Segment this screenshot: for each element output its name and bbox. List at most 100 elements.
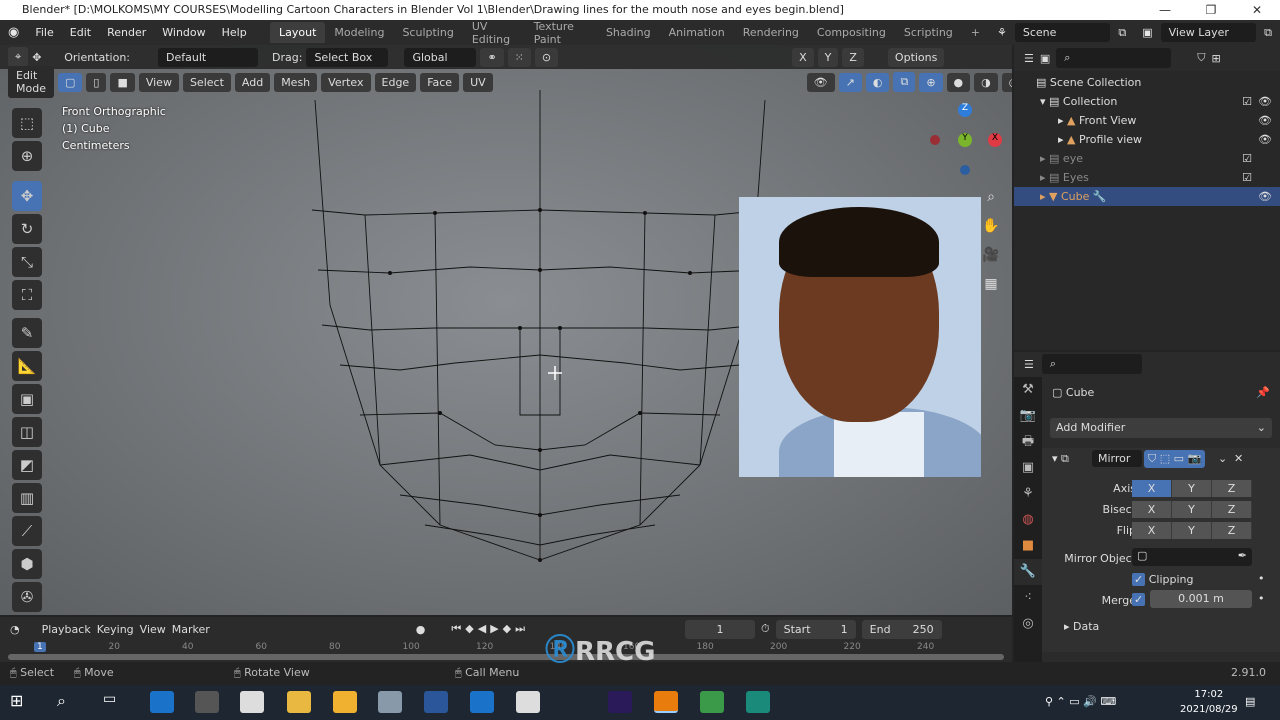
app-icon[interactable] [746,691,770,713]
menu-select[interactable]: Select [182,72,231,92]
tool-tab-icon[interactable]: ⚒ [1014,377,1042,403]
outliner-row-eye[interactable]: ▸ ▤ eye ☑ [1014,149,1280,168]
menu-file[interactable]: File [27,26,61,39]
close-button[interactable]: ✕ [1234,0,1280,20]
outliner-row-scene-collection[interactable]: ▤ Scene Collection [1014,73,1280,92]
clipping-checkbox[interactable]: ✓ Clipping [1132,573,1194,586]
edge-select-icon[interactable]: ▯ [86,72,107,92]
axis-y[interactable]: Y [1172,480,1212,497]
proportional-edit-icon[interactable]: ⊙ [534,47,559,67]
navigation-gizmo[interactable]: Z Y X [920,103,1010,183]
transform-orientation-dropdown[interactable]: Global [404,47,477,67]
windows-start-icon[interactable]: ⊞ [10,691,34,713]
menu-render[interactable]: Render [99,26,154,39]
editor-type-icon[interactable]: ◔ [10,623,20,636]
end-frame-field[interactable]: End 250 [861,619,942,639]
xray-icon[interactable]: ⧉ [893,72,916,92]
keyframe-dot-icon[interactable]: • [1258,572,1265,585]
bisect-z[interactable]: Z [1212,501,1252,518]
store-icon[interactable] [195,691,219,713]
new-view-layer-icon[interactable]: ⧉ [1256,26,1280,40]
visibility-icon[interactable]: 👁 [806,72,835,92]
outliner-row-eyes[interactable]: ▸ ▤ Eyes ☑ [1014,168,1280,187]
merge-distance-field[interactable]: 0.001 m [1150,590,1252,608]
new-scene-icon[interactable]: ⧉ [1110,26,1134,40]
outliner-search-input[interactable]: ⌕ [1056,48,1172,68]
pin-icon[interactable]: 📌 [1256,386,1270,399]
mode-dropdown[interactable]: Edit Mode [8,66,54,98]
app-icon[interactable] [470,691,494,713]
eye-icon[interactable]: 👁 [1258,92,1272,111]
explorer-icon[interactable] [287,691,311,713]
physics-tab-icon[interactable]: ◎ [1014,611,1042,637]
gizmo-icon[interactable]: ↗ [838,72,862,92]
overlay-icon[interactable]: ◐ [865,72,890,92]
extrude-tool-icon[interactable]: ▣ [12,384,42,414]
frame-ruler[interactable]: 1 20 40 60 80 100 120 140 160 180 200 220 240 [0,641,1012,655]
gizmo-y[interactable]: Y [958,133,972,147]
tab-compositing[interactable]: Compositing [808,22,895,43]
outliner-row-front-view[interactable]: ▸ ▲ Front View 👁 [1014,111,1280,130]
scene-icon[interactable]: ⚘ [989,26,1015,39]
eye-icon[interactable]: 👁 [1258,111,1272,130]
outliner-row-cube[interactable]: ▸ ▼ Cube 🔧 👁 [1014,187,1280,206]
app-icon[interactable] [378,691,402,713]
add-workspace-button[interactable]: + [962,22,989,43]
vertex-select-icon[interactable]: ▢ [57,72,83,92]
face-select-icon[interactable]: ■ [110,72,135,92]
menu-vertex[interactable]: Vertex [321,72,371,92]
display-mode-icon[interactable]: ▣ [1040,52,1050,65]
transform-tool-icon[interactable]: ⛶ [12,280,42,310]
mail-icon[interactable] [240,691,264,713]
loop-cut-tool-icon[interactable]: ▥ [12,483,42,513]
3d-viewport[interactable]: ⌖ ✥ Orientation: Default Drag: Select Bo… [0,45,1012,615]
menu-help[interactable]: Help [214,26,255,39]
minimize-button[interactable]: — [1142,0,1188,20]
menu-edge[interactable]: Edge [374,72,417,92]
notifications-icon[interactable]: ▤ [1245,695,1255,708]
view-layer-icon[interactable]: ▣ [1134,26,1160,39]
scale-tool-icon[interactable]: ⤡ [12,247,42,277]
material-shading-icon[interactable]: ◑ [974,72,998,92]
pan-hand-icon[interactable]: ✋ [980,212,1002,241]
menu-view[interactable]: View [138,72,179,92]
tab-modeling[interactable]: Modeling [325,22,393,43]
properties-search-input[interactable]: ⌕ [1041,354,1142,374]
annotate-tool-icon[interactable]: ✎ [12,318,42,348]
mirror-x[interactable]: X [792,47,814,67]
modifier-menu-icon[interactable]: ⌄ [1218,452,1227,465]
tab-layout[interactable]: Layout [269,22,326,43]
merge-checkbox[interactable]: ✓ [1132,593,1146,606]
playback-controls[interactable]: ⏮◆◀▶◆⏭ [451,622,529,636]
snap-icon[interactable]: ⁙ [507,47,531,67]
stopwatch-icon[interactable]: ⏱ [761,622,770,636]
move-tool-icon[interactable]: ✥ [12,181,42,211]
mirror-y[interactable]: Y [817,47,839,67]
bisect-x[interactable]: X [1132,501,1172,518]
eye-icon[interactable]: 👁 [1258,187,1272,206]
checkbox[interactable]: ☑ [1242,168,1252,187]
flip-y[interactable]: Y [1172,522,1212,539]
view-layer-field[interactable]: View Layer [1160,23,1257,42]
measure-tool-icon[interactable]: 📐 [12,351,42,381]
modifier-visibility-toggles[interactable]: ⛉ ⬚ ▭ 📷 [1144,450,1206,468]
media-encoder-icon[interactable] [608,691,632,713]
tab-shading[interactable]: Shading [597,22,660,43]
drag-dropdown[interactable]: Select Box [306,47,389,67]
maximize-button[interactable]: ❐ [1188,0,1234,20]
view-layer-tab-icon[interactable]: ▣ [1014,455,1042,481]
mirror-object-field[interactable]: ▢ ✒ [1132,548,1252,566]
camera-icon[interactable]: 🎥 [980,241,1002,270]
cursor-tool-icon[interactable]: ⊕ [12,141,42,171]
tab-scripting[interactable]: Scripting [895,22,962,43]
checkbox[interactable]: ☑ [1242,149,1252,168]
remove-modifier-icon[interactable]: ✕ [1234,452,1243,465]
record-icon[interactable]: ● [416,623,426,636]
collapse-arrow-icon[interactable]: ▾ ⧉ [1052,452,1069,466]
menu-playback[interactable]: Playback [42,623,91,636]
tab-sculpting[interactable]: Sculpting [393,22,462,43]
start-frame-field[interactable]: Start 1 [775,619,856,639]
menu-keying[interactable]: Keying [97,623,134,636]
keyframe-dot-icon[interactable]: • [1258,592,1265,605]
outliner-row-profile-view[interactable]: ▸ ▲ Profile view 👁 [1014,130,1280,149]
